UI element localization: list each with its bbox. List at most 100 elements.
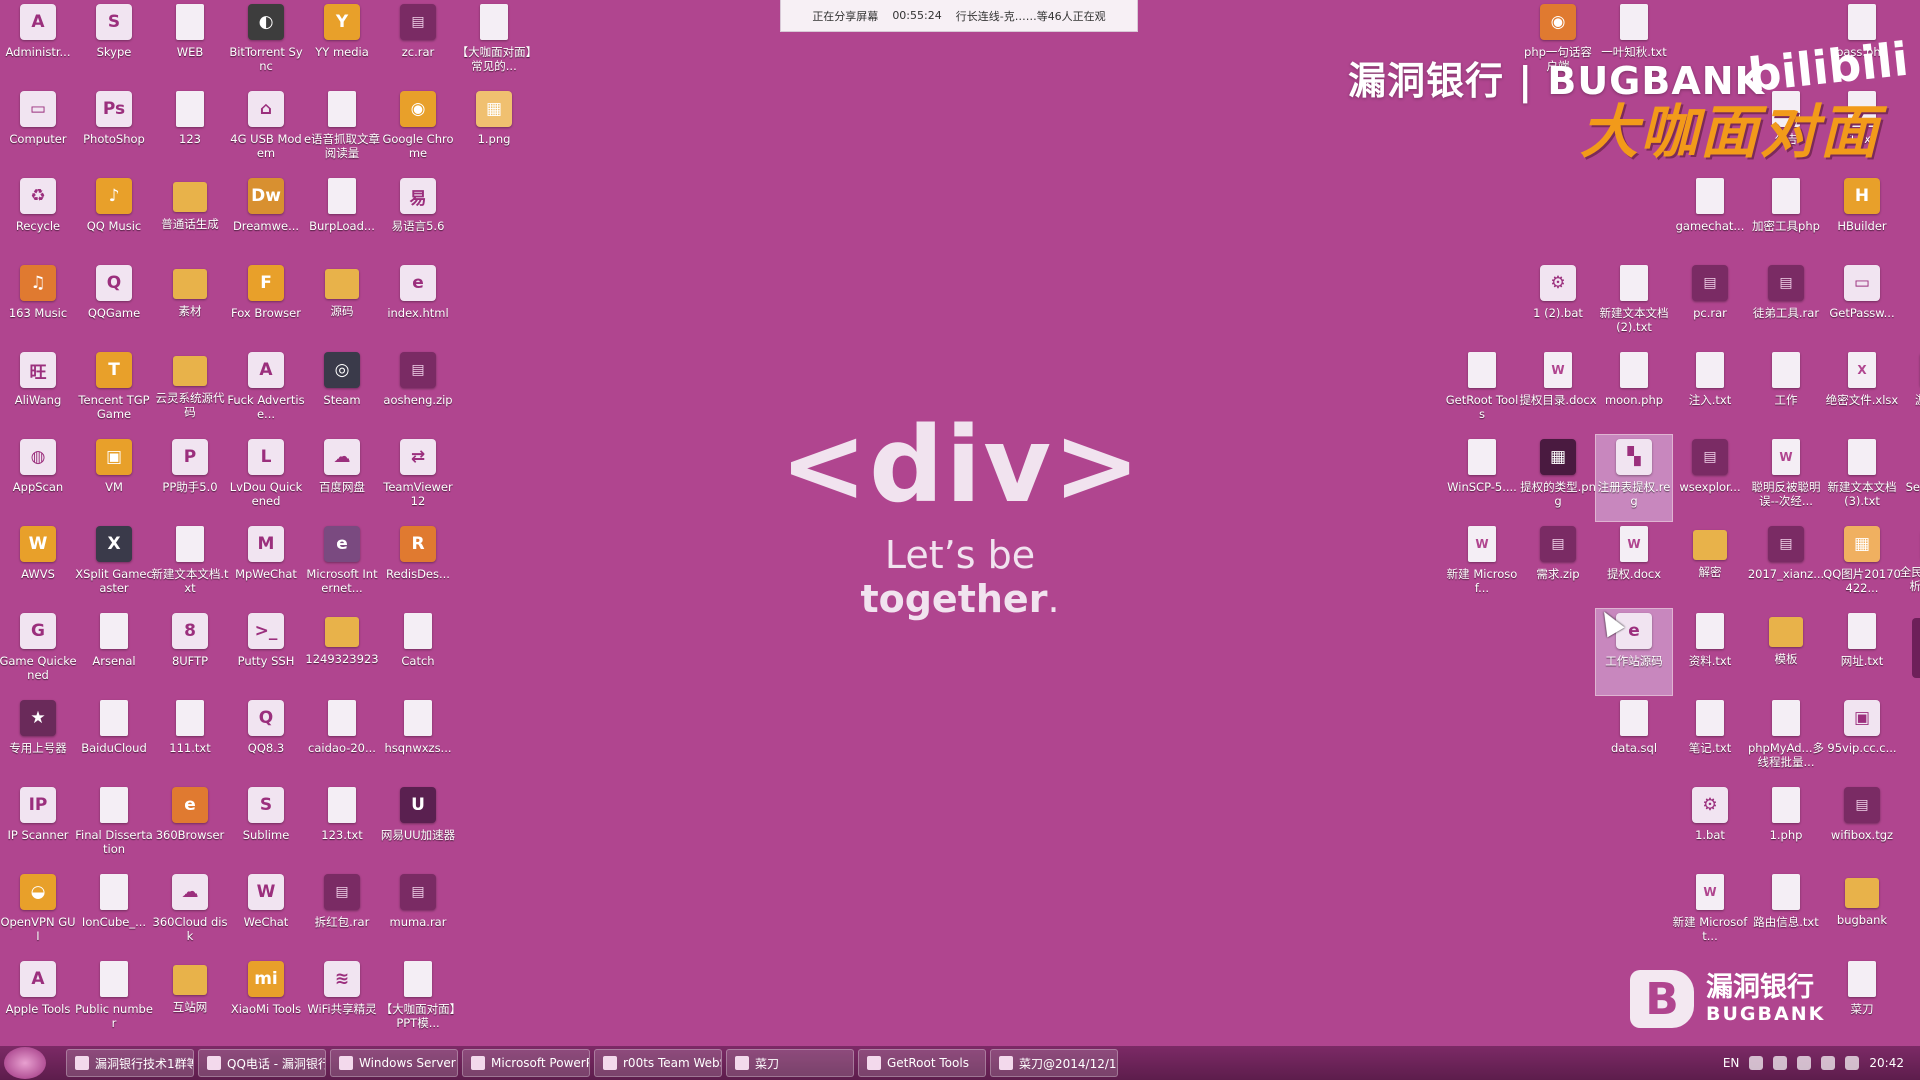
desktop-icon-gamechat[interactable]: gamechat... xyxy=(1672,174,1748,260)
desktop-icon-index-html[interactable]: e index.html xyxy=(380,261,456,347)
network-icon[interactable] xyxy=(1797,1056,1812,1070)
desktop-icon-tiquan-docx-2[interactable]: W 提权.docx xyxy=(1596,522,1672,608)
desktop-icon-tiquan-png[interactable]: ▦ 提权的类型.png xyxy=(1520,435,1596,521)
desktop-icon-steam[interactable]: ◎ Steam xyxy=(304,348,380,434)
desktop-icon-final-dissertation[interactable]: Final Dissertation xyxy=(75,783,153,869)
task-powerpoint[interactable]: Microsoft PowerPo... xyxy=(462,1049,590,1077)
desktop-icon-png-1[interactable]: ▦ 1.png xyxy=(456,87,532,173)
desktop-icon-vip95[interactable]: ▣ 95vip.cc.c... xyxy=(1824,696,1900,782)
desktop-icon-wechat[interactable]: W WeChat xyxy=(228,870,304,956)
desktop-icon-vm[interactable]: ▣ VM xyxy=(76,435,152,521)
desktop-icon-aliwang[interactable]: 旺 AliWang xyxy=(0,348,76,434)
desktop-icon-router-info[interactable]: 路由信息.txt xyxy=(1748,870,1824,956)
desktop-icon-new-text[interactable]: 新建文本文档.txt xyxy=(151,522,229,608)
desktop-icon-hongbao-rar[interactable]: ▤ 拆红包.rar xyxy=(304,870,380,956)
desktop-icon-txt-111[interactable]: 111.txt xyxy=(152,696,228,782)
desktop-icon-recycle[interactable]: ♻ Recycle xyxy=(0,174,76,260)
task-bugbank-group[interactable]: 漏洞银行技术1群等2... xyxy=(66,1049,194,1077)
desktop-icon-ie[interactable]: e Microsoft Internet... xyxy=(304,522,380,608)
desktop-icon-tudi-rar[interactable]: ▤ 徒弟工具.rar xyxy=(1748,261,1824,347)
flag-icon[interactable] xyxy=(1845,1056,1860,1070)
desktop-icon-arsenal[interactable]: Arsenal xyxy=(76,609,152,695)
task-windows-server[interactable]: Windows Server 2... xyxy=(330,1049,458,1077)
desktop-icon-baiducloud[interactable]: BaiduCloud xyxy=(76,696,152,782)
desktop-icon-qqgame[interactable]: Q QQGame xyxy=(76,261,152,347)
desktop-icon-browser-360[interactable]: e 360Browser xyxy=(152,783,228,869)
desktop-icon-wechat-gen[interactable]: 普通话生成 xyxy=(152,174,228,260)
desktop-icon-face-to-face-common[interactable]: 【大咖面对面】常见的... xyxy=(456,0,532,86)
desktop-icon-dreamweaver[interactable]: Dw Dreamwe... xyxy=(228,174,304,260)
desktop-icon-apple-tools[interactable]: A Apple Tools xyxy=(0,957,76,1043)
desktop-icon-8uftp[interactable]: 8 8UFTP xyxy=(152,609,228,695)
desktop-icon-huzhanwang[interactable]: 互站网 xyxy=(152,957,228,1043)
desktop-icon-gongzuo[interactable]: 工作 xyxy=(1748,348,1824,434)
desktop-icon-ziliao-txt[interactable]: 资料.txt xyxy=(1672,609,1748,695)
desktop-icon-new-microsoft[interactable]: W 新建 Microsof... xyxy=(1444,522,1520,608)
desktop-icon-xsplit[interactable]: X XSplit Gamecaster xyxy=(75,522,153,608)
desktop-icon-game-accel[interactable]: ⚡游戏加速 xyxy=(1900,348,1920,434)
desktop-icon-encrypt-tool-php[interactable]: 加密工具php xyxy=(1748,174,1824,260)
desktop-icon-file-1249[interactable]: 1249323923 xyxy=(304,609,380,695)
desktop-icon-caidao-file[interactable]: 菜刀 xyxy=(1824,957,1900,1043)
desktop-icon-getroot-tools[interactable]: GetRoot Tools xyxy=(1444,348,1520,434)
desktop-icon-congming-doc[interactable]: W 聪明反被聪明误--次经... xyxy=(1748,435,1824,521)
desktop-icon-lvdou[interactable]: L LvDou Quickened xyxy=(228,435,304,521)
desktop-icon-ip-scanner[interactable]: IP IP Scanner xyxy=(0,783,76,869)
desktop-icon-new-text-3[interactable]: 新建文本文档 (3).txt xyxy=(1824,435,1900,521)
ime-indicator[interactable]: EN xyxy=(1723,1056,1740,1070)
desktop-icon-burpload[interactable]: BurpLoad... xyxy=(304,174,380,260)
desktop-icon-computer[interactable]: ▭ Computer xyxy=(0,87,76,173)
task-getroot[interactable]: GetRoot Tools xyxy=(858,1049,986,1077)
desktop-icon-cloud-360[interactable]: ☁ 360Cloud disk xyxy=(152,870,228,956)
desktop-icon-yy-media[interactable]: Y YY media xyxy=(304,0,380,86)
desktop-icon-administrator[interactable]: A Administr... xyxy=(0,0,76,86)
desktop-icon-xianz-2017[interactable]: ▤ 2017_xianz... xyxy=(1748,522,1824,608)
desktop-icon-muma-rar[interactable]: ▤ muma.rar xyxy=(380,870,456,956)
shield-icon[interactable] xyxy=(1749,1056,1764,1070)
desktop-icon-uu-accel[interactable]: U 网易UU加速器 xyxy=(380,783,456,869)
desktop-icon-dedicated-login[interactable]: ★ 专用上号器 xyxy=(0,696,76,782)
desktop-icon-biji-txt[interactable]: 笔记.txt xyxy=(1672,696,1748,782)
desktop-icon-moon-php[interactable]: moon.php xyxy=(1596,348,1672,434)
desktop-icon-new-text-2[interactable]: 新建文本文档 (2).txt xyxy=(1596,261,1672,347)
desktop-icon-sucai[interactable]: 素材 xyxy=(152,261,228,347)
desktop-icon-yunling-src[interactable]: 云灵系统源代码 xyxy=(152,348,228,434)
edge-handle[interactable] xyxy=(1912,618,1920,678)
desktop-icon-moban[interactable]: 模板 xyxy=(1748,609,1824,695)
desktop-icon-ioncube[interactable]: IonCube_... xyxy=(76,870,152,956)
desktop-icon-web[interactable]: WEB xyxy=(152,0,228,86)
desktop-icon-bittorrent-sync[interactable]: ◐ BitTorrent Sync xyxy=(228,0,304,86)
desktop-icon-zhuce-reg[interactable]: ▚ 注册表提权.reg xyxy=(1595,434,1673,522)
desktop-icon-teamviewer[interactable]: ⇄ TeamViewer 12 xyxy=(380,435,456,521)
desktop-icon-yuanma[interactable]: 源码 xyxy=(304,261,380,347)
task-caidao[interactable]: 菜刀 xyxy=(726,1049,854,1077)
desktop-icon-wangzhi-txt[interactable]: 网址.txt xyxy=(1824,609,1900,695)
desktop-icon-google-chrome[interactable]: ◉ Google Chrome xyxy=(380,87,456,173)
desktop-icon-photoshop[interactable]: Ps PhotoShop xyxy=(76,87,152,173)
desktop-icon-bugbank-folder[interactable]: bugbank xyxy=(1824,870,1900,956)
desktop-icon-wifi-share[interactable]: ≋ WiFi共享精灵 xyxy=(304,957,380,1043)
desktop-icon-tencent-tgp[interactable]: T Tencent TGP Game xyxy=(76,348,152,434)
desktop-icon-seaydzend[interactable]: SeayDzend xyxy=(1900,435,1920,521)
desktop-icon-quanmin-k[interactable]: 全民K歌唱吧解析下载工... xyxy=(1900,522,1920,608)
desktop-icon-winscp[interactable]: WinSCP-5.... xyxy=(1444,435,1520,521)
desktop-icon-xiaomi-tools[interactable]: mi XiaoMi Tools xyxy=(228,957,304,1043)
desktop-icon-txt-123[interactable]: 123.txt xyxy=(304,783,380,869)
desktop-icon-qq-pic[interactable]: ▦ QQ图片20170422... xyxy=(1823,522,1901,608)
desktop-icon-php-1[interactable]: 1.php xyxy=(1748,783,1824,869)
desktop-icon-jiemi[interactable]: 解密 xyxy=(1672,522,1748,608)
task-r00ts[interactable]: r00ts Team WebSh... xyxy=(594,1049,722,1077)
desktop-icon-skype[interactable]: S Skype xyxy=(76,0,152,86)
desktop-icon-sublime[interactable]: S Sublime xyxy=(228,783,304,869)
task-caidao-2014[interactable]: 菜刀@2014/12/13... xyxy=(990,1049,1118,1077)
desktop-icon-phpmyadmin[interactable]: phpMyAd...多线程批量... xyxy=(1748,696,1824,782)
desktop-icon-mpwechat[interactable]: M MpWeChat xyxy=(228,522,304,608)
desktop-icon-xuqiu-zip[interactable]: ▤ 需求.zip xyxy=(1520,522,1596,608)
desktop-icon-baidu-pan[interactable]: ☁ 百度网盘 xyxy=(304,435,380,521)
desktop-icon-data-sql[interactable]: data.sql xyxy=(1596,696,1672,782)
desktop-icon-caidao[interactable]: caidao-20... xyxy=(304,696,380,782)
desktop-icon-yiyuyan[interactable]: 易易语言5.6 xyxy=(380,174,456,260)
desktop-icon-secret-xlsx[interactable]: X 绝密文件.xlsx xyxy=(1824,348,1900,434)
desktop-icon-new-microsoft-2[interactable]: W 新建 Microsoft... xyxy=(1672,870,1748,956)
desktop-icon-redisdes[interactable]: R RedisDes... xyxy=(380,522,456,608)
